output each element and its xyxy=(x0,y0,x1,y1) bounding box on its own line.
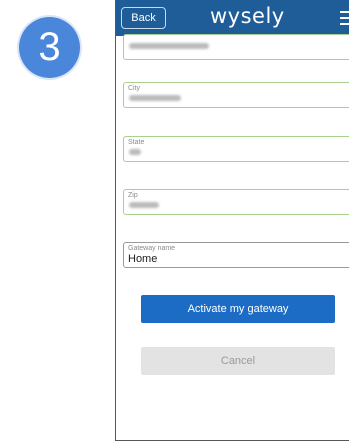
brand-logo: wysely xyxy=(210,4,285,28)
activate-gateway-button[interactable]: Activate my gateway xyxy=(141,295,335,323)
gateway-name-field-label: Gateway name xyxy=(128,245,176,252)
app-header: Back wysely xyxy=(116,0,349,36)
city-field-label: City xyxy=(128,85,141,92)
zip-field[interactable]: Zip xyxy=(123,189,349,215)
hamburger-menu-icon[interactable] xyxy=(340,11,349,29)
state-field-label: State xyxy=(128,139,145,146)
step-badge: 3 xyxy=(19,17,80,78)
zip-field-redacted-value xyxy=(129,202,159,208)
gateway-name-field-value: Home xyxy=(128,253,158,265)
screen: 3 Back wysely City State Zip Gateway nam… xyxy=(0,0,349,442)
zip-field-label: Zip xyxy=(128,192,138,199)
city-field-redacted-value xyxy=(129,95,181,101)
address-field[interactable] xyxy=(123,34,349,60)
city-field[interactable]: City xyxy=(123,82,349,108)
state-field[interactable]: State xyxy=(123,136,349,162)
address-field-redacted-value xyxy=(129,43,209,49)
gateway-name-field[interactable]: Gateway name Home xyxy=(123,242,349,268)
cancel-button[interactable]: Cancel xyxy=(141,347,335,375)
back-button[interactable]: Back xyxy=(121,7,166,29)
step-number: 3 xyxy=(38,25,61,69)
state-field-redacted-value xyxy=(129,149,141,155)
phone-frame: Back wysely City State Zip Gateway name … xyxy=(115,0,349,441)
